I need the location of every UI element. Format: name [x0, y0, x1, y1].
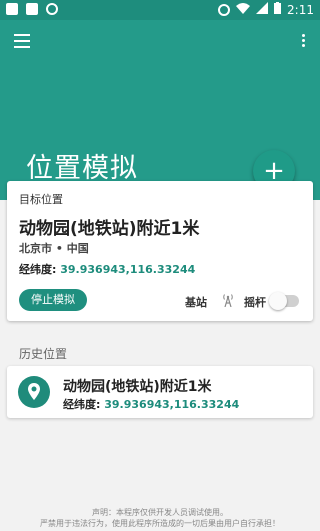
- target-coordinates: 经纬度: 39.936943,116.33244: [19, 261, 195, 277]
- dnd-icon: [218, 3, 231, 16]
- target-place-name: 动物园(地铁站)附近1米: [19, 219, 200, 239]
- wifi-icon: [236, 2, 251, 17]
- joystick-label: 摇杆: [244, 296, 266, 309]
- history-list-item[interactable]: 动物园(地铁站)附近1米 经纬度: 39.936943,116.33244: [7, 366, 313, 418]
- menu-icon[interactable]: [14, 34, 30, 48]
- battery-icon: [274, 2, 282, 17]
- page-title: 位置模拟: [26, 153, 138, 184]
- image-icon: [26, 3, 38, 15]
- cell-tower-icon[interactable]: [222, 292, 234, 308]
- target-region: 北京市 • 中国: [19, 242, 89, 255]
- notification-icon: [6, 3, 18, 15]
- app-notification-icon: [46, 3, 58, 15]
- history-coordinates: 经纬度: 39.936943,116.33244: [63, 396, 239, 412]
- disclaimer-line-2: 严禁用于违法行为，使用此程序所造成的一切后果由用户自行承担！: [40, 519, 280, 528]
- disclaimer: 声明：本程序仅供开发人员调试使用。 严禁用于违法行为，使用此程序所造成的一切后果…: [0, 507, 320, 529]
- target-location-label: 目标位置: [19, 193, 63, 206]
- more-options-icon[interactable]: [302, 34, 306, 50]
- signal-icon: [256, 2, 269, 17]
- target-location-card: 目标位置 动物园(地铁站)附近1米 北京市 • 中国 经纬度: 39.93694…: [7, 181, 313, 321]
- history-section-title: 历史位置: [19, 347, 68, 361]
- joystick-toggle[interactable]: [269, 292, 299, 310]
- history-coords-value: 39.936943,116.33244: [104, 398, 240, 411]
- location-pin-icon: [18, 376, 50, 408]
- history-coords-label: 经纬度:: [63, 398, 101, 411]
- toggle-knob: [269, 292, 287, 310]
- stop-simulation-button[interactable]: 停止模拟: [19, 289, 87, 311]
- coords-value: 39.936943,116.33244: [60, 263, 196, 276]
- history-place-name: 动物园(地铁站)附近1米: [63, 379, 212, 395]
- status-bar: 2:11: [0, 0, 320, 20]
- disclaimer-line-1: 声明：本程序仅供开发人员调试使用。: [92, 508, 228, 517]
- clock-time: 2:11: [287, 2, 314, 17]
- base-station-label: 基站: [185, 296, 207, 309]
- coords-label: 经纬度:: [19, 263, 57, 276]
